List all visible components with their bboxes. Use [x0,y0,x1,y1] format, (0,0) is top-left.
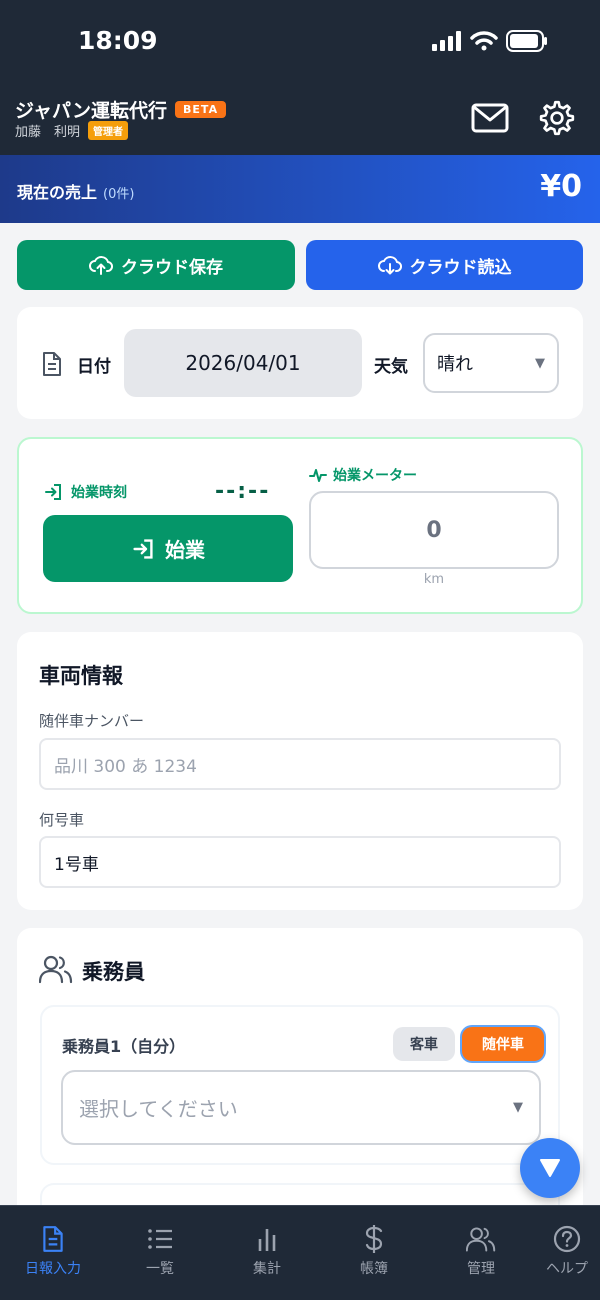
date-input[interactable]: 2026/04/01 [124,329,362,397]
cloud-save-button[interactable]: クラウド保存 [17,240,295,290]
nav-label: ヘルプ [546,1261,588,1277]
login-icon [45,484,61,500]
nav-item-help[interactable]: ヘルプ [522,1224,600,1278]
cloud-load-label: クラウド読込 [409,257,512,278]
battery-icon [506,30,547,52]
sales-amount: ¥0 [540,169,582,204]
crew-card: 乗務員 乗務員1（自分） 客車 随伴車 選択してください ▼ [17,928,583,1223]
users-icon [39,955,73,984]
status-icons [432,30,548,52]
user-name: 加藤 利明 [15,125,81,140]
sales-count: (0件) [103,187,135,202]
plate-input[interactable]: 品川 300 あ 1234 [39,738,561,790]
cloud-load-button[interactable]: クラウド読込 [306,240,583,290]
status-bar: 18:09 [0,0,600,80]
car-number-value: 1号車 [54,854,99,875]
dropdown-arrow-icon: ▼ [513,1100,523,1115]
date-weather-card: 日付 2026/04/01 天気 晴れ ▼ [17,307,583,419]
crew-member-1-select[interactable]: 選択してください ▼ [61,1070,541,1145]
plate-placeholder: 品川 300 あ 1234 [54,756,197,777]
start-shift-label: 始業 [165,538,205,562]
nav-label: 管理 [467,1261,495,1277]
nav-item-summary[interactable]: 集計 [222,1224,312,1278]
start-shift-button[interactable]: 始業 [43,515,293,582]
vehicle-info-card: 車両情報 随伴車ナンバー 品川 300 あ 1234 何号車 1号車 [17,632,583,910]
car-number-label: 何号車 [39,811,85,829]
nav-label: 集計 [253,1261,281,1277]
crew-member-1-label: 乗務員1（自分） [62,1037,186,1056]
meter-label-text: 始業メーター [333,468,417,484]
sales-summary-bar: 現在の売上 (0件) ¥0 [0,155,600,223]
user-line: 加藤 利明 管理者 [15,121,129,140]
dollar-icon [365,1225,383,1253]
cloud-save-label: クラウド保存 [121,257,223,278]
crew-member-1: 乗務員1（自分） 客車 随伴車 選択してください ▼ [40,1005,560,1165]
app-title: ジャパン運転代行 BETA [15,96,227,123]
meter-label: 始業メーター [309,465,417,485]
list-icon [148,1229,172,1249]
app-header: ジャパン運転代行 BETA 加藤 利明 管理者 [0,80,600,155]
settings-button[interactable] [536,97,578,139]
cloud-download-icon [377,256,402,275]
meter-unit: km [423,572,445,587]
cloud-upload-icon [89,256,113,275]
app-title-text: ジャパン運転代行 [15,100,168,122]
crew-select-placeholder: 選択してください [79,1097,238,1121]
mail-icon [471,103,509,133]
status-time: 18:09 [78,26,158,55]
start-time-label-text: 始業時刻 [71,485,127,501]
bottom-nav: 日報入力 一覧 集計 帳簿 管理 ヘルプ [0,1205,600,1300]
nav-label: 一覧 [146,1261,174,1277]
date-label: 日付 [77,357,111,377]
help-icon [553,1225,581,1253]
mail-button[interactable] [470,98,510,138]
sales-label-text: 現在の売上 [17,183,98,202]
start-time-value: --:-- [215,479,271,504]
vehicle-section-title: 車両情報 [39,664,123,688]
nav-label: 帳簿 [360,1261,388,1277]
start-meter-input[interactable]: 0 [309,491,559,569]
nav-label: 日報入力 [25,1261,81,1277]
bar-chart-icon [258,1229,276,1251]
scroll-down-button[interactable] [520,1138,580,1198]
nav-item-daily-report[interactable]: 日報入力 [8,1224,98,1278]
document-icon [43,1226,63,1252]
toggle-escort-car[interactable]: 随伴車 [462,1027,544,1061]
triangle-down-icon [540,1159,560,1177]
plate-label: 随伴車ナンバー [39,712,145,730]
sales-label: 現在の売上 (0件) [17,179,134,203]
nav-item-list[interactable]: 一覧 [115,1224,205,1278]
role-badge: 管理者 [88,121,129,140]
weather-value: 晴れ [437,354,473,375]
beta-badge: BETA [175,101,227,118]
nav-item-ledger[interactable]: 帳簿 [329,1224,419,1278]
gear-icon [539,100,575,136]
crew-section-title: 乗務員 [82,960,145,984]
car-number-input[interactable]: 1号車 [39,836,561,888]
users-icon [466,1227,496,1252]
signal-icon [432,31,461,51]
start-time-label: 始業時刻 [43,482,127,502]
login-icon [133,538,153,559]
document-icon [43,352,61,376]
toggle-customer-car[interactable]: 客車 [393,1027,455,1061]
wifi-icon [470,31,498,51]
weather-select[interactable]: 晴れ ▼ [423,333,559,393]
weather-label: 天気 [374,357,408,377]
shift-start-card: 始業時刻 --:-- 始業 始業メーター 0 km [17,437,583,614]
pulse-icon [309,469,327,482]
nav-item-admin[interactable]: 管理 [436,1224,526,1278]
dropdown-arrow-icon: ▼ [535,355,545,371]
